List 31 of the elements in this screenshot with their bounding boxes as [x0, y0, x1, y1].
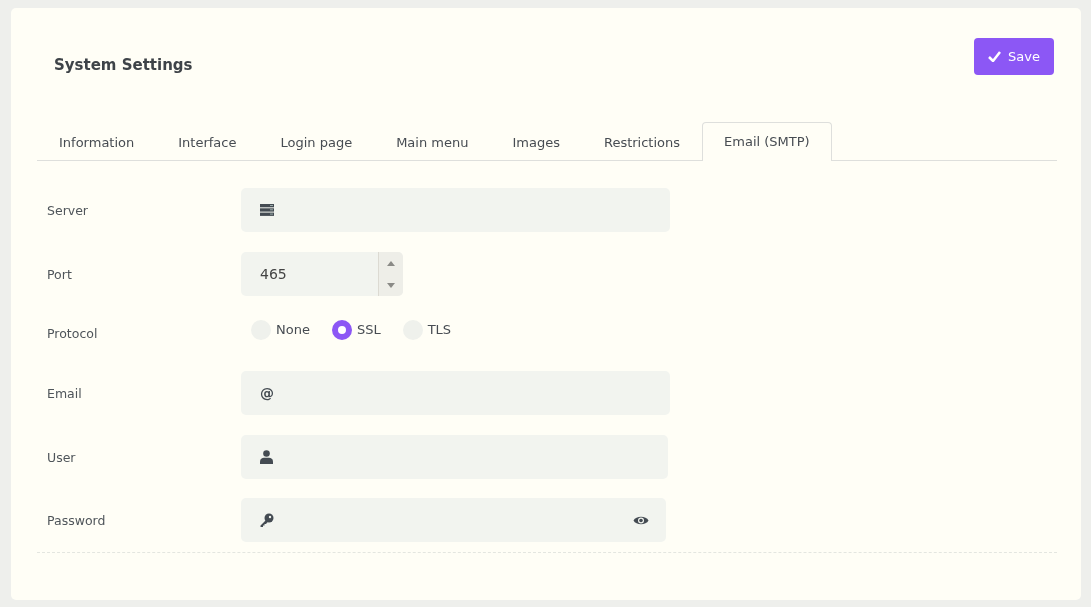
- email-field[interactable]: @: [241, 371, 670, 415]
- field-label: Email: [47, 385, 83, 401]
- eye-icon[interactable]: [633, 514, 649, 526]
- spin-down-icon[interactable]: [387, 282, 395, 288]
- tab[interactable]: Images: [490, 123, 582, 161]
- tab[interactable]: Restrictions: [581, 123, 703, 161]
- server-icon: [260, 204, 274, 216]
- radio-option[interactable]: TLS: [402, 319, 452, 340]
- spin-up-icon[interactable]: [387, 260, 395, 266]
- tab[interactable]: Login page: [258, 123, 375, 161]
- user-icon: [260, 450, 273, 464]
- user-field[interactable]: [241, 435, 668, 479]
- key-icon: [260, 513, 274, 527]
- password-field[interactable]: [241, 498, 666, 542]
- page-title: System Settings: [54, 55, 193, 74]
- field-label: Protocol: [47, 326, 99, 341]
- radio-option[interactable]: SSL: [331, 319, 381, 340]
- server-field[interactable]: [241, 188, 670, 232]
- field-label: Port: [47, 266, 73, 282]
- port-field[interactable]: 465: [241, 252, 403, 296]
- field-label: Password: [47, 512, 107, 528]
- radio-option[interactable]: None: [251, 319, 310, 340]
- tab[interactable]: Main menu: [374, 123, 491, 161]
- tab[interactable]: Interface: [156, 123, 259, 161]
- at-sign-icon: @: [260, 385, 274, 401]
- save-button[interactable]: Save: [974, 37, 1054, 75]
- tab[interactable]: Email (SMTP): [702, 122, 832, 161]
- field-label: Server: [47, 202, 89, 218]
- field-label: User: [47, 449, 77, 465]
- tab[interactable]: Information: [37, 123, 157, 161]
- check-icon: [988, 50, 1002, 62]
